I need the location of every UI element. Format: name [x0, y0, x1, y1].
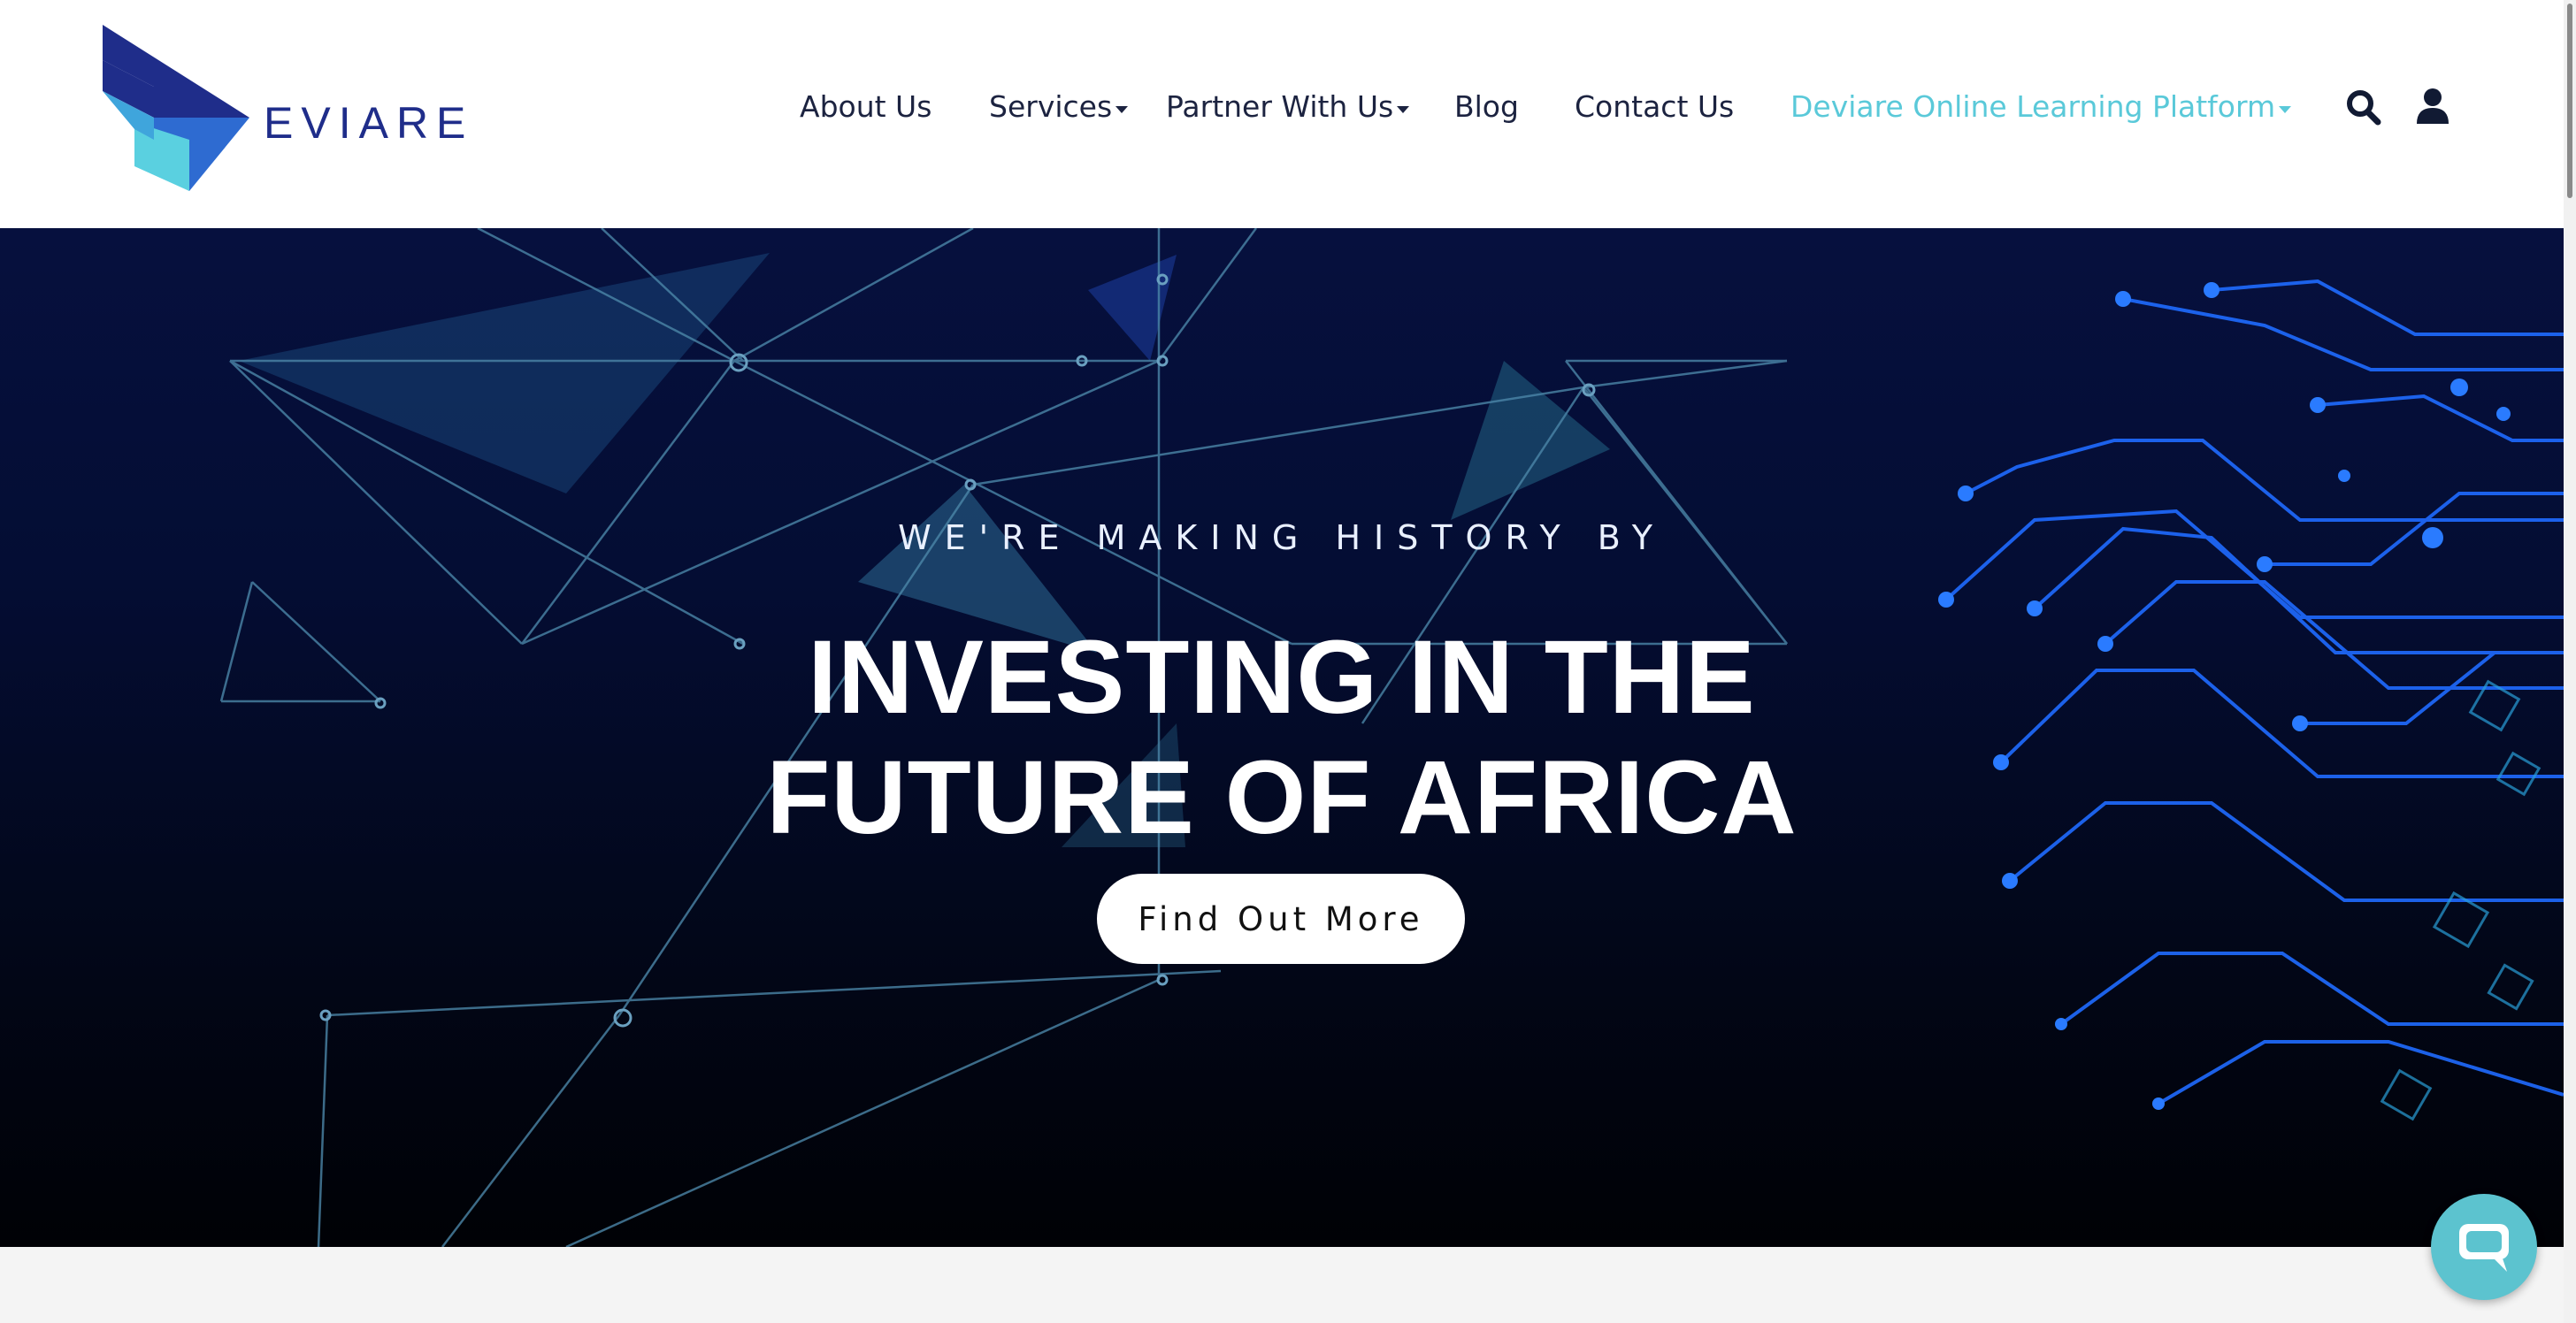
main-nav: About Us Services Partner With Us Blog C… [0, 0, 2576, 228]
hero-title-line-1: INVESTING IN THE [808, 619, 1756, 736]
nav-about-us[interactable]: About Us [800, 85, 932, 129]
nav-contact-us[interactable]: Contact Us [1575, 85, 1734, 129]
site-header: EVIARE About Us Services Partner With Us… [0, 0, 2576, 228]
hero-title: INVESTING IN THE FUTURE OF AFRICA [0, 617, 2564, 858]
hero-title-line-2: FUTURE OF AFRICA [766, 739, 1798, 856]
chevron-down-icon [1397, 106, 1410, 113]
page-scrollbar[interactable] [2564, 0, 2576, 1323]
chat-launcher-button[interactable] [2431, 1194, 2537, 1300]
nav-blog[interactable]: Blog [1454, 85, 1519, 129]
nav-services[interactable]: Services [989, 85, 1129, 129]
nav-partner-with-us-label: Partner With Us [1166, 89, 1394, 124]
nav-services-label: Services [989, 89, 1113, 124]
hero-eyebrow: WE'RE MAKING HISTORY BY [898, 518, 1666, 557]
nav-online-learning-platform-label: Deviare Online Learning Platform [1790, 89, 2276, 124]
nav-online-learning-platform[interactable]: Deviare Online Learning Platform [1790, 85, 2292, 129]
nav-about-us-label: About Us [800, 89, 932, 124]
user-icon[interactable] [2413, 87, 2452, 127]
nav-partner-with-us[interactable]: Partner With Us [1166, 85, 1410, 129]
nav-blog-label: Blog [1454, 89, 1519, 124]
chat-bubble-icon [2459, 1224, 2509, 1272]
nav-contact-us-label: Contact Us [1575, 89, 1735, 124]
next-section [0, 1247, 2564, 1323]
chevron-down-icon [1116, 106, 1129, 113]
find-out-more-button[interactable]: Find Out More [1097, 874, 1465, 964]
scrollbar-thumb[interactable] [2567, 4, 2572, 198]
hero-banner: WE'RE MAKING HISTORY BY INVESTING IN THE… [0, 228, 2564, 1247]
chevron-down-icon [2279, 106, 2292, 113]
search-icon[interactable] [2344, 87, 2383, 127]
